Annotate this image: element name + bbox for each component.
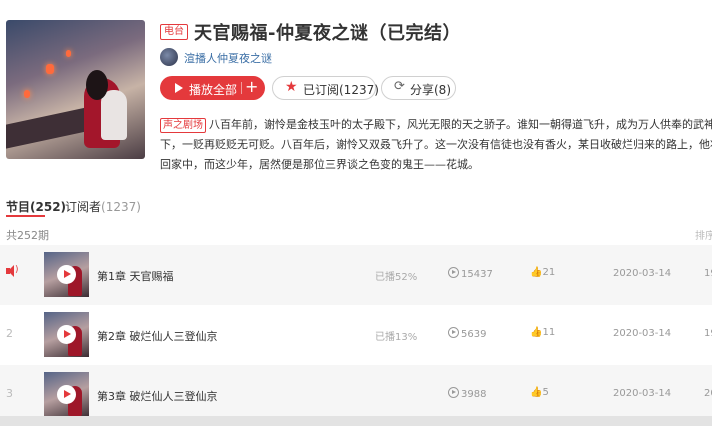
description-line: 回家中，而这少年，居然便是那位三界谈之色变的鬼王——花城。: [160, 158, 479, 171]
star-icon: ★: [285, 79, 298, 95]
play-icon[interactable]: [57, 325, 76, 344]
album-description: 声之剧场 八百年前，谢怜是金枝玉叶的太子殿下，风光无限的天之骄子。谁知一朝得道飞升…: [160, 115, 712, 175]
description-line: 下，一贬再贬贬无可贬。八百年后，谢怜又双叒飞升了。这一次没有信徒也没有香火，某日…: [160, 138, 712, 151]
episode-duration: 19: [704, 328, 712, 339]
episode-progress: 已播13%: [375, 332, 418, 343]
episode-row[interactable]: ) 第1章 天官赐福 已播52% 15437 👍21 2020-03-14 19: [0, 245, 712, 305]
play-count: 5639: [448, 327, 486, 340]
play-icon[interactable]: [57, 385, 76, 404]
cover-roof: [6, 105, 96, 149]
lantern: [24, 90, 30, 98]
album-title: 天官赐福-仲夏夜之谜（已完结）: [194, 23, 461, 44]
host-avatar[interactable]: [160, 48, 178, 66]
host-name-link[interactable]: 渲播人仲夏夜之谜: [184, 50, 272, 66]
tab-programs-count: (252): [30, 200, 67, 214]
play-count-value: 3988: [461, 389, 487, 400]
like-count-value: 21: [542, 267, 556, 278]
tab-programs[interactable]: 节目(252): [6, 198, 66, 215]
episode-title[interactable]: 第2章 破烂仙人三登仙京: [97, 328, 218, 344]
play-count: 3988: [448, 387, 486, 400]
thumb-up-icon: 👍: [530, 267, 543, 278]
tab-programs-label: 节目: [6, 200, 31, 214]
speaker-icon: [6, 265, 14, 277]
thumb-up-icon: 👍: [530, 327, 543, 338]
episode-title[interactable]: 第3章 破烂仙人三登仙京: [97, 388, 218, 404]
lantern: [46, 64, 54, 74]
play-all-button[interactable]: 播放全部 +: [160, 76, 265, 100]
like-count-value: 5: [542, 387, 549, 398]
share-icon: ⟳: [394, 79, 405, 94]
play-icon[interactable]: [57, 265, 76, 284]
play-count: 15437: [448, 267, 493, 280]
figure-white: [101, 90, 127, 140]
episode-duration: 19: [704, 268, 712, 279]
sort-button[interactable]: 排序: [695, 227, 712, 242]
episode-thumbnail[interactable]: [44, 312, 89, 357]
description-text: 八百年前，谢怜是金枝玉叶的太子殿下，风光无限的天之骄子。谁知一朝得道飞升，成为万…: [209, 118, 712, 131]
tab-subscribers-label: 订阅者: [65, 200, 102, 214]
episode-duration: 20: [704, 388, 712, 399]
play-count-icon: [448, 267, 459, 278]
play-count-value: 15437: [461, 269, 493, 280]
episode-thumbnail[interactable]: [44, 252, 89, 297]
subscribe-label: 已订阅(1237): [303, 83, 379, 97]
episode-index: 3: [6, 387, 13, 400]
category-badge[interactable]: 声之剧场: [160, 118, 206, 133]
episode-thumbnail[interactable]: [44, 372, 89, 417]
active-tab-indicator: [6, 215, 45, 217]
episode-index: 2: [6, 327, 13, 340]
horizontal-scrollbar[interactable]: [0, 416, 712, 426]
play-count-icon: [448, 387, 459, 398]
album-cover[interactable]: [6, 20, 145, 159]
like-count[interactable]: 👍5: [530, 387, 549, 398]
play-icon: [175, 83, 183, 93]
episode-total: 共252期: [6, 229, 49, 242]
tab-subscribers-count: (1237): [101, 200, 141, 214]
tab-subscribers[interactable]: 订阅者(1237): [65, 198, 141, 215]
thumb-up-icon: 👍: [530, 387, 543, 398]
episode-date: 2020-03-14: [613, 388, 672, 399]
speaker-wave-icon: ): [15, 265, 19, 275]
add-to-playlist-button[interactable]: +: [245, 77, 258, 96]
share-button[interactable]: ⟳ 分享(8): [381, 76, 456, 100]
play-count-value: 5639: [461, 329, 487, 340]
figure-hair: [86, 70, 108, 100]
like-count[interactable]: 👍21: [530, 267, 555, 278]
lantern: [66, 50, 71, 57]
episode-date: 2020-03-14: [613, 268, 672, 279]
episode-title[interactable]: 第1章 天官赐福: [97, 268, 174, 284]
button-separator: [241, 82, 242, 94]
like-count-value: 11: [542, 327, 556, 338]
episode-row[interactable]: 2 第2章 破烂仙人三登仙京 已播13% 5639 👍11 2020-03-14…: [0, 305, 712, 365]
share-label: 分享(8): [410, 83, 451, 97]
play-count-icon: [448, 327, 459, 338]
like-count[interactable]: 👍11: [530, 327, 555, 338]
episode-progress: 已播52%: [375, 272, 418, 283]
subscribe-button[interactable]: ★ 已订阅(1237): [272, 76, 379, 100]
play-all-label: 播放全部: [189, 83, 238, 97]
description-line: 声之剧场 八百年前，谢怜是金枝玉叶的太子殿下，风光无限的天之骄子。谁知一朝得道飞升…: [160, 115, 712, 135]
episode-date: 2020-03-14: [613, 328, 672, 339]
radio-tag: 电台: [160, 24, 188, 40]
